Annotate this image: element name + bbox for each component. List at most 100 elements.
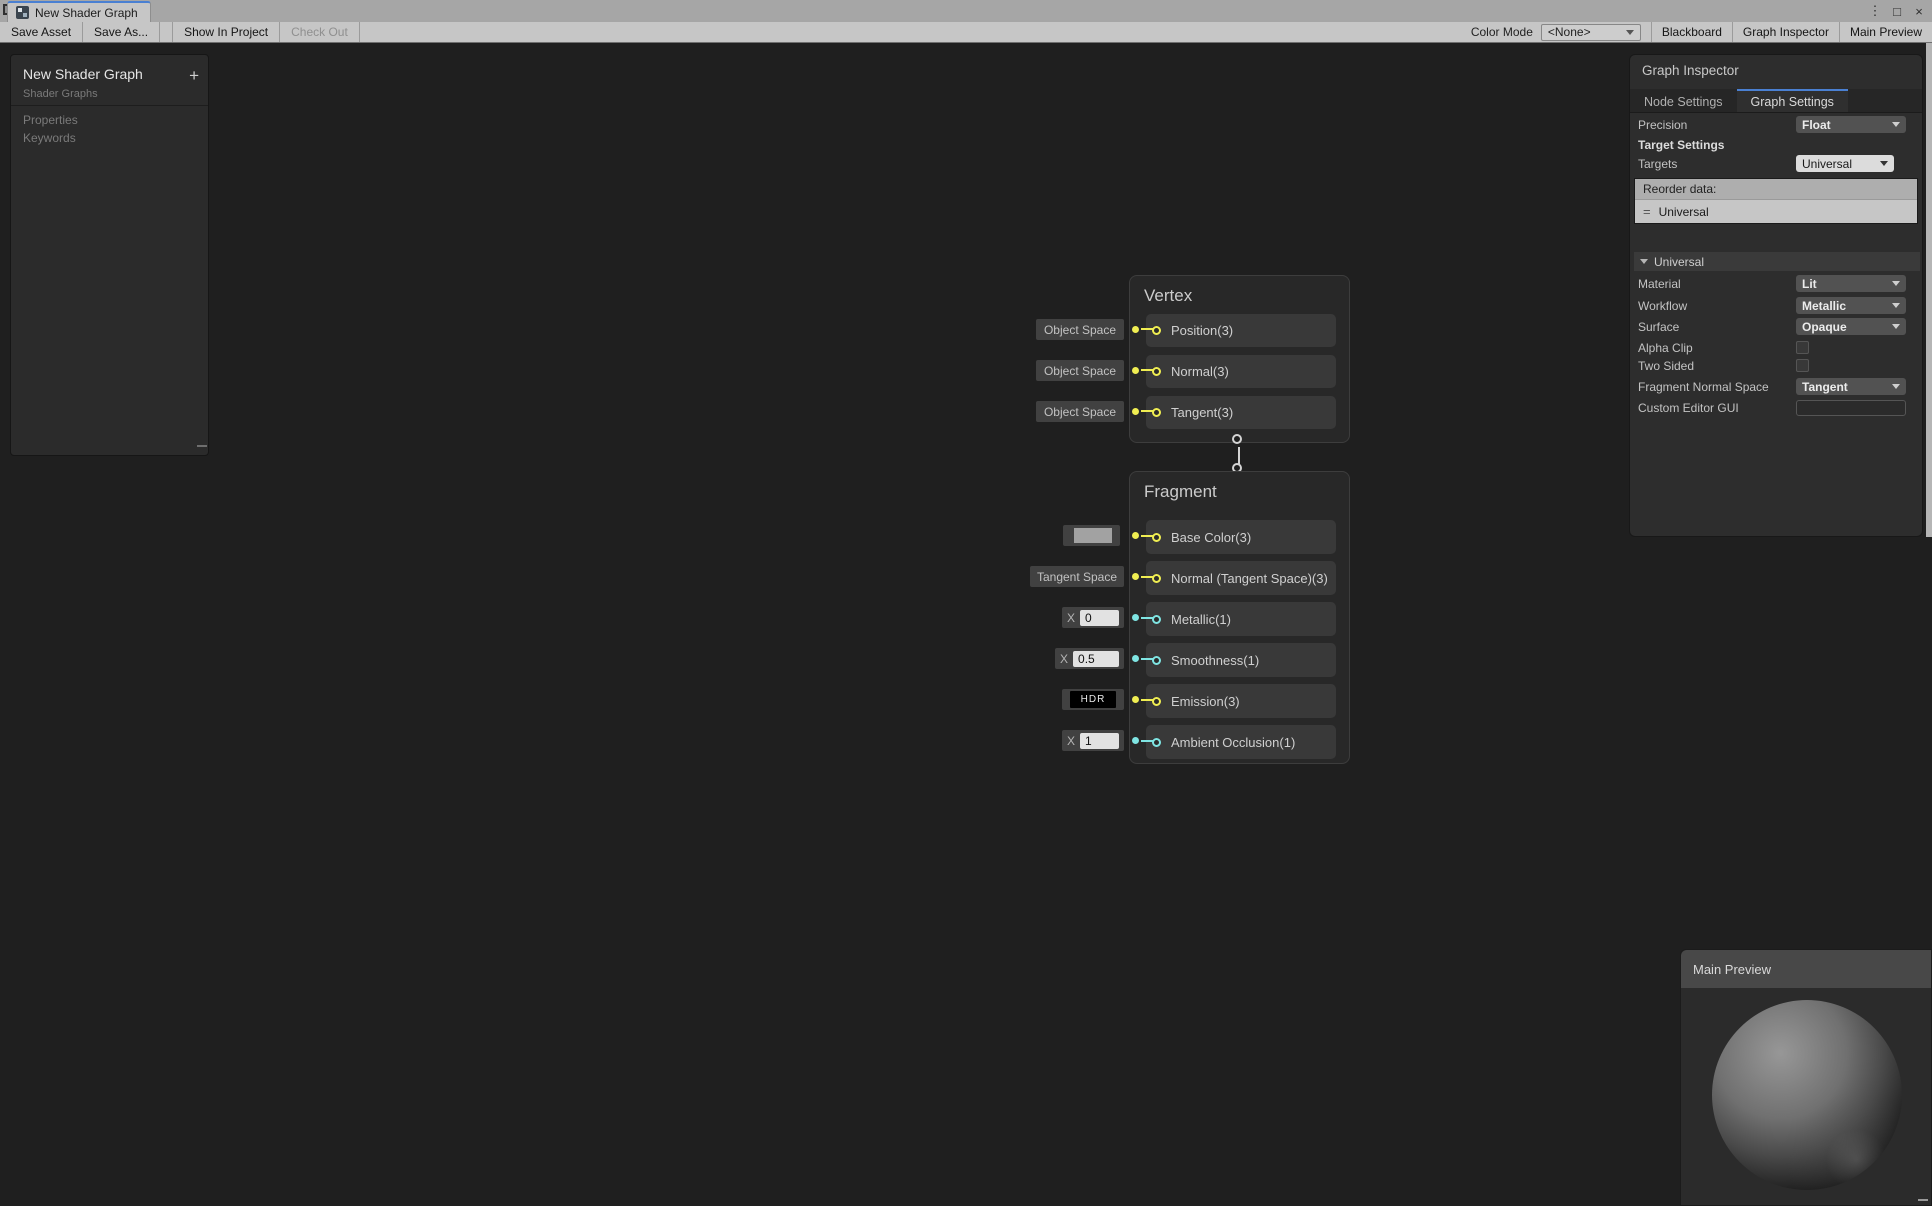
smoothness-row[interactable]: Smoothness(1) [1146, 643, 1336, 677]
fragment-normal-space-dropdown[interactable]: Tangent [1796, 378, 1906, 395]
vertex-normal-row[interactable]: Normal(3) [1146, 355, 1336, 388]
tab-node-settings[interactable]: Node Settings [1630, 89, 1737, 112]
foldout-arrow-icon [1640, 259, 1648, 264]
port-label: Tangent(3) [1171, 405, 1233, 420]
dropdown-arrow-icon [1880, 161, 1888, 166]
reorder-header: Reorder data: [1635, 179, 1917, 199]
two-sided-checkbox[interactable] [1796, 359, 1809, 372]
emission-row[interactable]: Emission(3) [1146, 684, 1336, 718]
dropdown-arrow-icon [1626, 30, 1634, 35]
preview-resize-handle[interactable] [1918, 1199, 1928, 1201]
preview-sphere[interactable] [1712, 1000, 1902, 1190]
port-icon[interactable] [1152, 697, 1161, 706]
save-asset-button[interactable]: Save Asset [0, 22, 83, 42]
target-settings-row: Target Settings [1630, 136, 1922, 154]
show-in-project-button[interactable]: Show In Project [172, 22, 280, 42]
save-as-button[interactable]: Save As... [83, 22, 160, 42]
precision-row: Precision Float [1630, 116, 1922, 134]
blackboard-section-properties[interactable]: Properties [23, 113, 78, 127]
normal-tangent-space-row[interactable]: Normal (Tangent Space)(3) [1146, 561, 1336, 595]
fragment-node-title: Fragment [1144, 482, 1217, 502]
port-icon[interactable] [1152, 574, 1161, 583]
workflow-label: Workflow [1638, 299, 1687, 313]
port-icon[interactable] [1152, 326, 1161, 335]
material-label: Material [1638, 277, 1681, 291]
add-property-button[interactable]: + [189, 67, 199, 84]
base-color-row[interactable]: Base Color(3) [1146, 520, 1336, 554]
fragment-normal-space-row: Fragment Normal Space Tangent [1630, 378, 1922, 396]
precision-dropdown[interactable]: Float [1796, 116, 1906, 133]
reorder-list: Reorder data: = Universal [1634, 178, 1918, 224]
universal-foldout[interactable]: Universal [1634, 252, 1920, 271]
vertex-position-row[interactable]: Position(3) [1146, 314, 1336, 347]
check-out-button: Check Out [280, 22, 360, 42]
smoothness-input[interactable]: 0.5 [1073, 651, 1119, 667]
port-connector [1141, 410, 1153, 412]
position-space-chip[interactable]: Object Space [1036, 319, 1124, 340]
port-icon[interactable] [1152, 408, 1161, 417]
vertex-node[interactable]: Vertex Position(3) Normal(3) Tangent(3) [1129, 275, 1350, 443]
document-tab[interactable]: New Shader Graph [7, 1, 151, 22]
custom-editor-gui-input[interactable] [1796, 400, 1906, 416]
surface-dropdown[interactable]: Opaque [1796, 318, 1906, 335]
port-icon[interactable] [1152, 367, 1161, 376]
workflow-dropdown[interactable]: Metallic [1796, 297, 1906, 314]
metallic-row[interactable]: Metallic(1) [1146, 602, 1336, 636]
targets-label: Targets [1638, 157, 1677, 171]
normal-space-chip[interactable]: Tangent Space [1030, 566, 1124, 587]
window-restore-icon[interactable]: □ [1888, 0, 1906, 22]
tangent-space-chip[interactable]: Object Space [1036, 401, 1124, 422]
port-dot-icon [1132, 326, 1139, 333]
surface-value: Opaque [1802, 320, 1847, 334]
alpha-clip-checkbox[interactable] [1796, 341, 1809, 354]
port-label: Normal (Tangent Space)(3) [1171, 571, 1328, 586]
blackboard-toggle-button[interactable]: Blackboard [1651, 22, 1732, 42]
port-dot-icon [1132, 367, 1139, 374]
tab-graph-settings[interactable]: Graph Settings [1737, 89, 1848, 112]
port-label: Normal(3) [1171, 364, 1229, 379]
smoothness-value-field[interactable]: X 0.5 [1055, 648, 1124, 669]
vertex-fragment-edge[interactable] [1238, 447, 1240, 464]
blackboard-resize-handle[interactable] [197, 445, 207, 447]
window-close-icon[interactable]: × [1910, 0, 1928, 22]
metallic-value-field[interactable]: X 0 [1062, 607, 1124, 628]
inspector-tab-bar: Node Settings Graph Settings [1630, 89, 1922, 113]
normal-space-chip[interactable]: Object Space [1036, 360, 1124, 381]
main-preview-toggle-button[interactable]: Main Preview [1839, 22, 1932, 42]
title-bar: New Shader Graph ⋮ □ × [0, 0, 1932, 22]
reorder-item-label: Universal [1659, 205, 1709, 219]
blackboard-subtitle: Shader Graphs [23, 88, 98, 100]
metallic-input[interactable]: 0 [1080, 610, 1119, 626]
emission-hdr-swatch[interactable]: HDR [1062, 689, 1124, 710]
material-row: Material Lit [1630, 275, 1922, 293]
port-icon[interactable] [1152, 738, 1161, 747]
graph-inspector-toggle-button[interactable]: Graph Inspector [1732, 22, 1839, 42]
port-label: Smoothness(1) [1171, 653, 1259, 668]
port-icon[interactable] [1152, 533, 1161, 542]
vertex-tangent-row[interactable]: Tangent(3) [1146, 396, 1336, 429]
material-dropdown[interactable]: Lit [1796, 275, 1906, 292]
port-label: Metallic(1) [1171, 612, 1231, 627]
blackboard-panel: New Shader Graph Shader Graphs + Propert… [10, 54, 209, 456]
port-icon[interactable] [1152, 656, 1161, 665]
edge-endpoint-icon[interactable] [1232, 434, 1242, 444]
main-preview-header[interactable]: Main Preview [1681, 950, 1931, 988]
workflow-value: Metallic [1802, 299, 1846, 313]
reorder-item-universal[interactable]: = Universal [1635, 199, 1917, 223]
blackboard-section-keywords[interactable]: Keywords [23, 131, 76, 145]
ambient-occlusion-input[interactable]: 1 [1080, 733, 1119, 749]
two-sided-row: Two Sided [1630, 357, 1922, 375]
two-sided-label: Two Sided [1638, 359, 1694, 373]
port-connector [1141, 576, 1153, 578]
window-menu-icon[interactable]: ⋮ [1866, 0, 1884, 22]
port-icon[interactable] [1152, 615, 1161, 624]
document-tab-label: New Shader Graph [35, 6, 138, 20]
fragment-node[interactable]: Fragment Base Color(3) Normal (Tangent S… [1129, 471, 1350, 764]
base-color-swatch[interactable] [1063, 525, 1120, 546]
ambient-occlusion-row[interactable]: Ambient Occlusion(1) [1146, 725, 1336, 759]
targets-dropdown[interactable]: Universal [1796, 155, 1894, 172]
ambient-occlusion-value-field[interactable]: X 1 [1062, 730, 1124, 751]
color-mode-dropdown[interactable]: <None> [1541, 24, 1641, 41]
drag-handle-icon[interactable]: = [1643, 204, 1651, 219]
fragment-normal-space-value: Tangent [1802, 380, 1848, 394]
